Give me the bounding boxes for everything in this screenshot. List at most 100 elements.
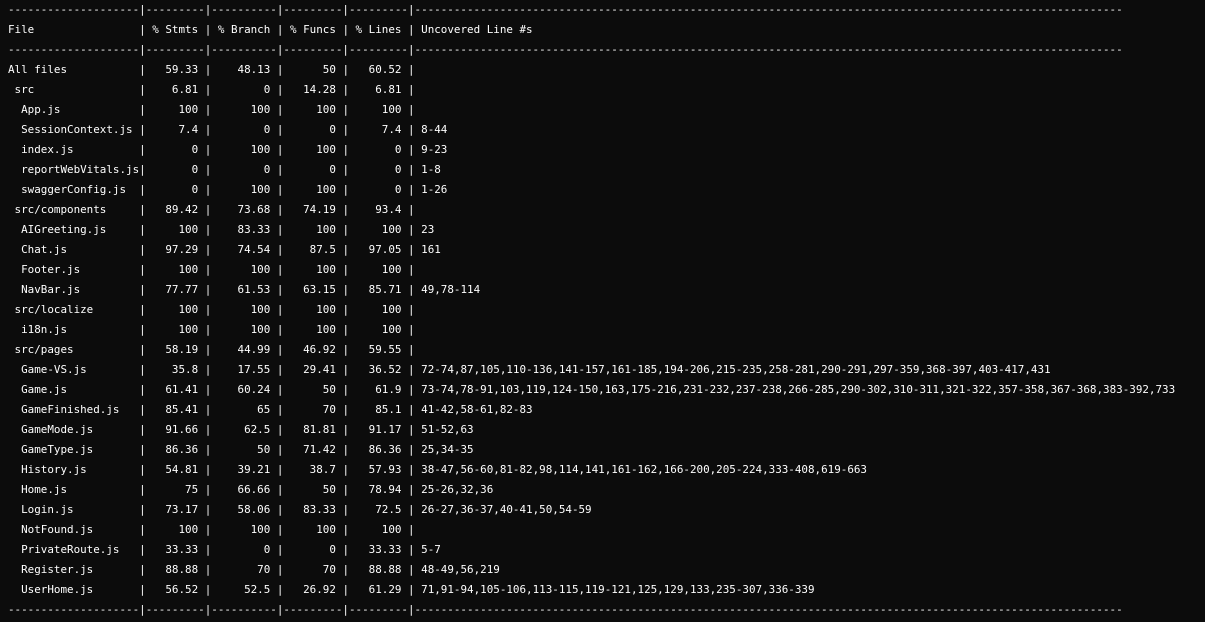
cell-funcs: 81.81 (283, 423, 343, 436)
cell-file: Game.js (8, 383, 140, 396)
cell-funcs: 63.15 (283, 283, 343, 296)
table-row: GameMode.js | 91.66 | 62.5 | 81.81 | 91.… (8, 420, 1175, 440)
cell-lines: 100 (349, 223, 409, 236)
cell-uncovered (415, 103, 422, 116)
cell-uncovered: 49,78-114 (414, 283, 481, 296)
cell-lines: 59.55 (349, 343, 409, 356)
cell-funcs: 83.33 (283, 503, 343, 516)
cell-file: i18n.js (8, 323, 140, 336)
cell-file: UserHome.js (8, 583, 140, 596)
cell-lines: 100 (349, 303, 409, 316)
cell-uncovered: 25-26,32,36 (414, 483, 494, 496)
cell-branch: 74.54 (211, 243, 277, 256)
cell-funcs: 100 (283, 223, 343, 236)
cell-branch: 100 (211, 143, 277, 156)
cell-uncovered: 5-7 (414, 543, 441, 556)
cell-file: App.js (8, 103, 140, 116)
cell-file: PrivateRoute.js (8, 543, 140, 556)
cell-lines: 88.88 (349, 563, 409, 576)
cell-file: index.js (8, 143, 140, 156)
cell-uncovered (415, 303, 422, 316)
cell-branch: 100 (211, 323, 277, 336)
cell-funcs: 74.19 (283, 203, 343, 216)
cell-lines: 72.5 (349, 503, 409, 516)
cell-funcs: 46.92 (283, 343, 343, 356)
cell-stmts: 0 (145, 163, 205, 176)
cell-branch: 0 (211, 163, 277, 176)
cell-uncovered: 71,91-94,105-106,113-115,119-121,125,129… (414, 583, 815, 596)
table-row: i18n.js | 100 | 100 | 100 | 100 | (8, 320, 1175, 340)
cell-branch: 17.55 (211, 363, 277, 376)
cell-stmts: 100 (145, 323, 205, 336)
cell-branch: 73.68 (211, 203, 277, 216)
cell-lines: 93.4 (349, 203, 409, 216)
cell-file: Register.js (8, 563, 140, 576)
cell-stmts: 0 (145, 183, 205, 196)
cell-lines: 100 (349, 103, 409, 116)
cell-lines: 85.71 (349, 283, 409, 296)
cell-lines: 36.52 (349, 363, 409, 376)
cell-funcs: 87.5 (283, 243, 343, 256)
table-row: History.js | 54.81 | 39.21 | 38.7 | 57.9… (8, 460, 1175, 480)
separator-bottom: --------------------|---------|---------… (8, 603, 1123, 616)
cell-branch: 70 (211, 563, 277, 576)
cell-lines: 78.94 (349, 483, 409, 496)
cell-funcs: 50 (283, 63, 343, 76)
cell-file: Footer.js (8, 263, 140, 276)
table-row: GameFinished.js | 85.41 | 65 | 70 | 85.1… (8, 400, 1175, 420)
cell-branch: 100 (211, 183, 277, 196)
cell-branch: 100 (211, 523, 277, 536)
cell-branch: 0 (211, 83, 277, 96)
cell-funcs: 100 (283, 523, 343, 536)
cell-file: SessionContext.js (8, 123, 140, 136)
cell-file: reportWebVitals.js (8, 163, 140, 176)
cell-file: GameFinished.js (8, 403, 140, 416)
cell-lines: 7.4 (349, 123, 409, 136)
table-row: UserHome.js | 56.52 | 52.5 | 26.92 | 61.… (8, 580, 1175, 600)
cell-funcs: 71.42 (283, 443, 343, 456)
cell-branch: 50 (211, 443, 277, 456)
cell-funcs: 100 (283, 323, 343, 336)
cell-lines: 86.36 (349, 443, 409, 456)
cell-lines: 33.33 (349, 543, 409, 556)
cell-uncovered: 38-47,56-60,81-82,98,114,141,161-162,166… (414, 463, 867, 476)
header-lines: % Lines (349, 23, 409, 36)
cell-lines: 61.9 (349, 383, 409, 396)
cell-funcs: 70 (283, 563, 343, 576)
separator-header: --------------------|---------|---------… (8, 43, 1123, 56)
cell-uncovered: 1-26 (414, 183, 448, 196)
cell-stmts: 59.33 (145, 63, 205, 76)
cell-branch: 60.24 (211, 383, 277, 396)
cell-lines: 97.05 (349, 243, 409, 256)
table-row: NotFound.js | 100 | 100 | 100 | 100 | (8, 520, 1175, 540)
cell-uncovered: 23 (414, 223, 435, 236)
cell-branch: 100 (211, 263, 277, 276)
cell-funcs: 26.92 (283, 583, 343, 596)
cell-file: Home.js (8, 483, 140, 496)
cell-stmts: 86.36 (145, 443, 205, 456)
cell-branch: 83.33 (211, 223, 277, 236)
terminal-window[interactable]: --------------------|---------|---------… (0, 0, 1205, 622)
table-row: src | 6.81 | 0 | 14.28 | 6.81 | (8, 80, 1175, 100)
separator-top: --------------------|---------|---------… (8, 3, 1123, 16)
cell-stmts: 6.81 (145, 83, 205, 96)
cell-branch: 0 (211, 543, 277, 556)
cell-branch: 61.53 (211, 283, 277, 296)
cell-lines: 100 (349, 323, 409, 336)
cell-file: GameType.js (8, 443, 140, 456)
header-file: File (8, 23, 140, 36)
cell-funcs: 14.28 (283, 83, 343, 96)
cell-lines: 0 (349, 183, 409, 196)
cell-file: GameMode.js (8, 423, 140, 436)
table-row: AIGreeting.js | 100 | 83.33 | 100 | 100 … (8, 220, 1175, 240)
cell-stmts: 97.29 (145, 243, 205, 256)
cell-funcs: 100 (283, 103, 343, 116)
cell-uncovered: 26-27,36-37,40-41,50,54-59 (414, 503, 592, 516)
cell-stmts: 0 (145, 143, 205, 156)
table-row: SessionContext.js | 7.4 | 0 | 0 | 7.4 | … (8, 120, 1175, 140)
cell-stmts: 35.8 (145, 363, 205, 376)
cell-lines: 0 (349, 163, 409, 176)
cell-file: src/localize (8, 303, 140, 316)
table-row: Login.js | 73.17 | 58.06 | 83.33 | 72.5 … (8, 500, 1175, 520)
cell-branch: 0 (211, 123, 277, 136)
